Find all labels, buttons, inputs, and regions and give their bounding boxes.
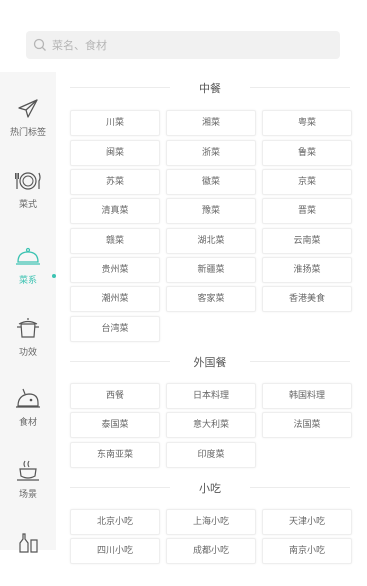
cuisine-chip[interactable]: 天津小吃 — [262, 509, 352, 535]
cuisine-chip[interactable]: 日本料理 — [166, 383, 256, 409]
bottles-icon — [19, 533, 38, 553]
search-bar — [0, 0, 367, 72]
cuisine-chip[interactable]: 南京小吃 — [262, 538, 352, 564]
search-input[interactable] — [52, 31, 322, 59]
dish-cover-icon — [16, 247, 40, 265]
ingredient-icon — [16, 388, 40, 408]
cuisine-chip[interactable]: 湖北菜 — [166, 228, 256, 254]
cuisine-chip[interactable]: 粤菜 — [262, 110, 352, 136]
cuisine-chip[interactable]: 湘菜 — [166, 110, 256, 136]
cuisine-chip[interactable]: 晋菜 — [262, 198, 352, 224]
cuisine-chip[interactable]: 浙菜 — [166, 140, 256, 166]
section-header-foreign: 外国餐 — [60, 352, 367, 372]
cuisine-chip[interactable]: 闽菜 — [70, 140, 160, 166]
cuisine-chip[interactable]: 台湾菜 — [70, 316, 160, 342]
cuisine-chip[interactable]: 赣菜 — [70, 228, 160, 254]
cuisine-chip[interactable]: 贵州菜 — [70, 257, 160, 283]
section-title: 小吃 — [199, 482, 221, 495]
divider — [250, 87, 350, 88]
sidebar-item-label: 功效 — [18, 348, 37, 358]
cuisine-chip[interactable]: 客家菜 — [166, 286, 256, 312]
sidebar-item-ingredients[interactable]: 食材 — [0, 386, 56, 444]
sidebar-item-label: 场景 — [18, 490, 37, 500]
cuisine-list: 中餐 川菜 湘菜 粤菜 闽菜 浙菜 鲁菜 苏菜 徽菜 京菜 清真菜 豫菜 晋菜 … — [60, 72, 367, 564]
sidebar-item-label: 食材 — [18, 418, 37, 428]
cuisine-chip[interactable]: 意大利菜 — [166, 412, 256, 438]
active-indicator — [52, 274, 56, 278]
pot-icon — [17, 318, 39, 338]
cuisine-chip[interactable]: 云南菜 — [262, 228, 352, 254]
section-title: 外国餐 — [193, 356, 227, 369]
cuisine-chip[interactable]: 新疆菜 — [166, 257, 256, 283]
section-header-chinese: 中餐 — [60, 78, 367, 98]
category-sidebar: 热门标签 菜式 菜系 功效 食材 场景 — [0, 72, 56, 553]
cuisine-chip[interactable]: 淮扬菜 — [262, 257, 352, 283]
sidebar-item-label: 菜式 — [18, 200, 37, 210]
divider — [250, 361, 350, 362]
cuisine-chip[interactable]: 西餐 — [70, 383, 160, 409]
cuisine-chip[interactable]: 徽菜 — [166, 169, 256, 195]
cuisine-chip[interactable]: 北京小吃 — [70, 509, 160, 535]
cuisine-chip[interactable]: 泰国菜 — [70, 412, 160, 438]
sidebar-item-dish-style[interactable]: 菜式 — [0, 168, 56, 226]
cup-icon — [17, 460, 39, 481]
cuisine-chip[interactable]: 鲁菜 — [262, 140, 352, 166]
cuisine-chip[interactable]: 川菜 — [70, 110, 160, 136]
sidebar-item-cuisine[interactable]: 菜系 — [0, 244, 56, 302]
search-icon — [33, 38, 46, 51]
sidebar-item-scene[interactable]: 场景 — [0, 458, 56, 516]
cuisine-chip[interactable]: 香港美食 — [262, 286, 352, 312]
sidebar-item-label: 热门标签 — [9, 128, 46, 138]
sidebar-item-more[interactable] — [0, 528, 56, 586]
cuisine-chip[interactable]: 韩国料理 — [262, 383, 352, 409]
cuisine-chip[interactable]: 上海小吃 — [166, 509, 256, 535]
sidebar-item-label: 菜系 — [18, 276, 37, 286]
section-header-snacks: 小吃 — [60, 478, 367, 498]
section-title: 中餐 — [199, 82, 221, 95]
cuisine-chip[interactable]: 潮州菜 — [70, 286, 160, 312]
cuisine-chip[interactable]: 苏菜 — [70, 169, 160, 195]
search-box[interactable] — [26, 31, 340, 59]
divider — [250, 487, 350, 488]
cuisine-chip[interactable]: 四川小吃 — [70, 538, 160, 564]
cuisine-chip[interactable]: 清真菜 — [70, 198, 160, 224]
cuisine-chip[interactable]: 东南亚菜 — [70, 442, 160, 468]
paper-plane-icon — [18, 99, 38, 118]
sidebar-item-hot-tags[interactable]: 热门标签 — [0, 96, 56, 154]
plate-cutlery-icon — [15, 172, 41, 190]
cuisine-chip[interactable]: 法国菜 — [262, 412, 352, 438]
cuisine-chip[interactable]: 成都小吃 — [166, 538, 256, 564]
cuisine-chip[interactable]: 印度菜 — [166, 442, 256, 468]
cuisine-chip[interactable]: 京菜 — [262, 169, 352, 195]
sidebar-item-efficacy[interactable]: 功效 — [0, 316, 56, 374]
cuisine-chip[interactable]: 豫菜 — [166, 198, 256, 224]
